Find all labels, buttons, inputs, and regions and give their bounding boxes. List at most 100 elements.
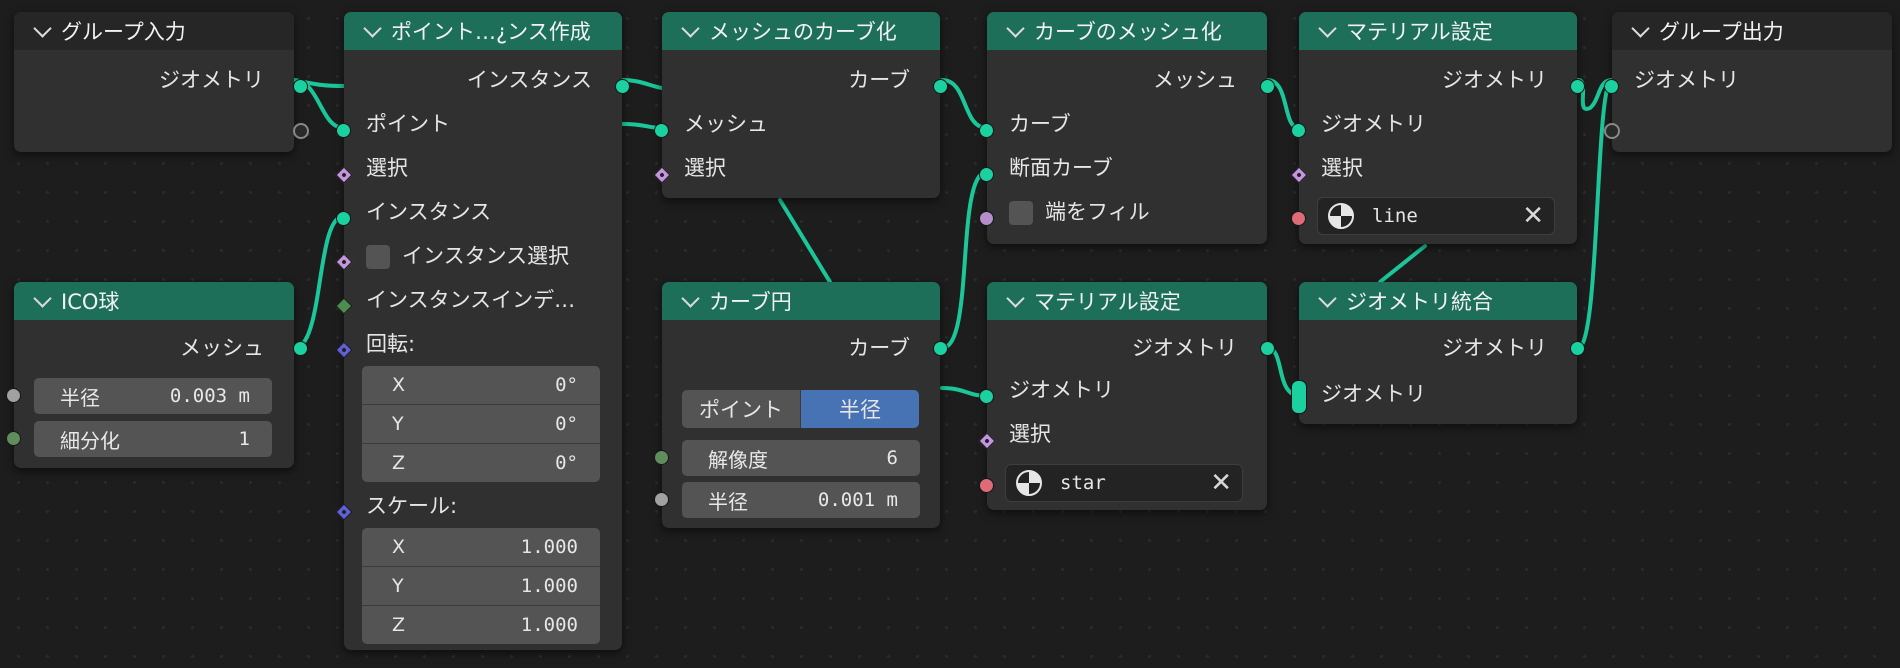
ico-sphere-header[interactable]: ICO球 xyxy=(14,282,294,320)
resolution-input-socket[interactable] xyxy=(654,450,669,465)
chevron-down-icon[interactable] xyxy=(363,18,382,38)
curve-circle-header[interactable]: カーブ円 xyxy=(662,282,940,320)
material-name: star xyxy=(1060,472,1106,494)
rotation-x-field[interactable]: X 0° xyxy=(362,366,600,405)
geometry-label: ジオメトリ xyxy=(1009,378,1114,402)
set-material-line-node[interactable]: マテリアル設定 ジオメトリ ジオメトリ 選択 line ✕ xyxy=(1290,12,1585,244)
fill-caps-input-socket[interactable] xyxy=(979,211,994,226)
join-geometry-node[interactable]: ジオメトリ統合 ジオメトリ ジオメトリ xyxy=(1291,282,1585,424)
radius-input-socket[interactable] xyxy=(6,388,21,403)
rotation-y-field[interactable]: Y 0° xyxy=(362,405,600,444)
material-input-socket[interactable] xyxy=(1291,211,1306,226)
geometry-input-socket[interactable] xyxy=(1604,79,1619,94)
geometry-label: ジオメトリ xyxy=(1321,382,1426,406)
mode-radius-button[interactable]: 半径 xyxy=(801,390,919,428)
curve-input-socket[interactable] xyxy=(979,123,994,138)
group-output-header[interactable]: グループ出力 xyxy=(1612,12,1892,50)
set-material-star-node[interactable]: マテリアル設定 ジオメトリ ジオメトリ 選択 star ✕ xyxy=(978,282,1275,510)
mesh-input-socket[interactable] xyxy=(654,123,669,138)
geometry-input-socket[interactable] xyxy=(1291,123,1306,138)
subdivisions-value: 1 xyxy=(238,428,250,450)
group-input-header[interactable]: グループ入力 xyxy=(14,12,294,50)
instance-index-label: インスタンスインデ… xyxy=(366,288,576,312)
geometry-output-socket[interactable] xyxy=(1260,341,1275,356)
mode-points-button[interactable]: ポイント xyxy=(682,390,801,428)
chevron-down-icon[interactable] xyxy=(33,288,52,308)
node-title: ジオメトリ統合 xyxy=(1346,290,1493,314)
link-circle-profile xyxy=(940,170,989,350)
chevron-down-icon[interactable] xyxy=(681,18,700,38)
selection-label: 選択 xyxy=(684,156,726,180)
chevron-down-icon[interactable] xyxy=(1318,18,1337,38)
instance-on-points-header[interactable]: ポイント…¿ンス作成 xyxy=(344,12,622,50)
points-input-socket[interactable] xyxy=(336,123,351,138)
curve-circle-node[interactable]: カーブ円 カーブ ポイント 半径 解像度 6 半径 0.001 m xyxy=(654,282,948,528)
geometry-label: ジオメトリ xyxy=(1634,68,1739,92)
node-title: ポイント…¿ンス作成 xyxy=(391,20,591,44)
chevron-down-icon[interactable] xyxy=(681,288,700,308)
link-meshtocurve-curvecircle xyxy=(778,198,832,284)
chevron-down-icon[interactable] xyxy=(1006,18,1025,38)
instance-on-points-node[interactable]: ポイント…¿ンス作成 インスタンス ポイント 選択 インスタンス インスタンス選… xyxy=(335,12,630,650)
scale-y-field[interactable]: Y 1.000 xyxy=(362,567,600,606)
radius-field[interactable]: 半径 0.001 m xyxy=(682,482,920,518)
node-title: ICO球 xyxy=(61,290,120,314)
subdivisions-field[interactable]: 細分化 1 xyxy=(34,421,272,457)
fill-caps-checkbox[interactable] xyxy=(1009,201,1033,225)
instance-select-row[interactable]: インスタンス選択 xyxy=(366,242,569,270)
ico-sphere-node[interactable]: ICO球 メッシュ 半径 0.003 m 細分化 1 xyxy=(6,282,308,468)
radius-field[interactable]: 半径 0.003 m xyxy=(34,378,272,414)
geometry-output-socket[interactable] xyxy=(1570,341,1585,356)
radius-input-socket[interactable] xyxy=(654,492,669,507)
set-material-header[interactable]: マテリアル設定 xyxy=(987,282,1267,320)
instance-select-checkbox[interactable] xyxy=(366,245,390,269)
fill-caps-row[interactable]: 端をフィル xyxy=(1009,198,1150,226)
scale-z-field[interactable]: Z 1.000 xyxy=(362,606,600,644)
resolution-field[interactable]: 解像度 6 xyxy=(682,440,920,476)
group-input-node[interactable]: グループ入力 ジオメトリ xyxy=(14,12,309,152)
mesh-output-socket[interactable] xyxy=(293,341,308,356)
join-geometry-header[interactable]: ジオメトリ統合 xyxy=(1299,282,1577,320)
close-icon[interactable]: ✕ xyxy=(1522,203,1544,229)
chevron-down-icon[interactable] xyxy=(33,18,52,38)
multi-input-socket[interactable] xyxy=(1291,380,1307,414)
set-material-header[interactable]: マテリアル設定 xyxy=(1299,12,1577,50)
rotation-label: 回転: xyxy=(366,332,416,356)
empty-output-socket[interactable] xyxy=(293,123,309,139)
curve-to-mesh-node[interactable]: カーブのメッシュ化 メッシュ カーブ 断面カーブ 端をフィル xyxy=(979,12,1275,244)
instances-output-label: インスタンス xyxy=(466,68,592,92)
scale-vector-field[interactable]: X 1.000 Y 1.000 Z 1.000 xyxy=(362,528,600,644)
material-ball-icon xyxy=(1328,203,1354,229)
mesh-to-curve-header[interactable]: メッシュのカーブ化 xyxy=(662,12,940,50)
geometry-input-socket[interactable] xyxy=(979,389,994,404)
geometry-output-socket[interactable] xyxy=(1570,79,1585,94)
geometry-output-socket[interactable] xyxy=(293,79,308,94)
curve-to-mesh-header[interactable]: カーブのメッシュ化 xyxy=(987,12,1267,50)
empty-input-socket[interactable] xyxy=(1604,123,1620,139)
node-title: カーブのメッシュ化 xyxy=(1034,20,1222,44)
mesh-to-curve-node[interactable]: メッシュのカーブ化 カーブ メッシュ 選択 xyxy=(653,12,948,198)
group-output-node[interactable]: グループ出力 ジオメトリ xyxy=(1604,12,1892,152)
link-join-output xyxy=(1576,78,1614,350)
chevron-down-icon[interactable] xyxy=(1318,288,1337,308)
rotation-z-field[interactable]: Z 0° xyxy=(362,444,600,482)
close-icon[interactable]: ✕ xyxy=(1210,470,1232,496)
instance-input-socket[interactable] xyxy=(336,211,351,226)
profile-curve-input-socket[interactable] xyxy=(979,167,994,182)
radius-label: 半径 xyxy=(60,385,100,410)
mesh-output-socket[interactable] xyxy=(1260,79,1275,94)
curve-output-socket[interactable] xyxy=(933,341,948,356)
material-input-socket[interactable] xyxy=(979,478,994,493)
selection-label: 選択 xyxy=(1321,156,1363,180)
chevron-down-icon[interactable] xyxy=(1631,18,1650,38)
curve-output-socket[interactable] xyxy=(933,79,948,94)
scale-x-field[interactable]: X 1.000 xyxy=(362,528,600,567)
material-selector[interactable]: star ✕ xyxy=(1005,464,1243,502)
material-ball-icon xyxy=(1016,470,1042,496)
mode-toggle[interactable]: ポイント 半径 xyxy=(682,390,919,428)
subdivisions-input-socket[interactable] xyxy=(6,431,21,446)
rotation-vector-field[interactable]: X 0° Y 0° Z 0° xyxy=(362,366,600,482)
material-selector[interactable]: line ✕ xyxy=(1317,197,1555,235)
chevron-down-icon[interactable] xyxy=(1006,288,1025,308)
instances-output-socket[interactable] xyxy=(615,79,630,94)
